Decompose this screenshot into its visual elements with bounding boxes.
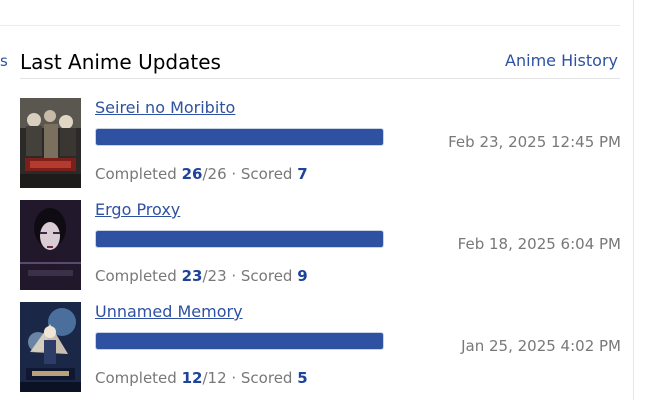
episodes-total: /23 <box>202 267 227 285</box>
episodes-watched: 26 <box>181 165 203 183</box>
episodes-total: /12 <box>202 369 227 387</box>
progress-bar-fill <box>96 129 383 145</box>
user-score: 7 <box>297 165 308 183</box>
episode-progress-bar <box>95 332 384 350</box>
status-label: Completed <box>95 267 177 285</box>
episodes-watched: 12 <box>181 369 203 387</box>
status-line: Completed 12/12 · Scored 5 <box>95 369 308 387</box>
anime-title-link[interactable]: Unnamed Memory <box>95 302 243 321</box>
anime-update-item: Seirei no Moribito Feb 23, 2025 12:45 PM… <box>20 98 625 190</box>
status-line: Completed 23/23 · Scored 9 <box>95 267 308 285</box>
status-label: Completed <box>95 165 177 183</box>
episodes-watched: 23 <box>181 267 203 285</box>
top-divider <box>0 25 620 26</box>
anime-title-link[interactable]: Seirei no Moribito <box>95 98 235 117</box>
scored-label: · Scored <box>226 165 298 183</box>
sidebar-link-fragment[interactable]: s <box>0 52 8 70</box>
update-timestamp: Jan 25, 2025 4:02 PM <box>461 337 621 355</box>
episode-progress-bar <box>95 230 384 248</box>
anime-cover-image[interactable] <box>20 200 81 290</box>
episodes-total: /26 <box>202 165 227 183</box>
status-line: Completed 26/26 · Scored 7 <box>95 165 308 183</box>
anime-update-item: Unnamed Memory Jan 25, 2025 4:02 PM Comp… <box>20 302 625 394</box>
update-timestamp: Feb 18, 2025 6:04 PM <box>457 235 621 253</box>
update-timestamp: Feb 23, 2025 12:45 PM <box>448 133 621 151</box>
episode-progress-bar <box>95 128 384 146</box>
progress-bar-fill <box>96 231 383 247</box>
scored-label: · Scored <box>226 267 298 285</box>
anime-title-link[interactable]: Ergo Proxy <box>95 200 180 219</box>
user-score: 5 <box>297 369 308 387</box>
anime-update-item: Ergo Proxy Feb 18, 2025 6:04 PM Complete… <box>20 200 625 292</box>
scored-label: · Scored <box>226 369 298 387</box>
section-title: Last Anime Updates <box>20 50 221 74</box>
anime-cover-image[interactable] <box>20 98 81 188</box>
anime-cover-image[interactable] <box>20 302 81 392</box>
progress-bar-fill <box>96 333 383 349</box>
status-label: Completed <box>95 369 177 387</box>
user-score: 9 <box>297 267 308 285</box>
header-divider <box>20 78 620 79</box>
column-divider <box>633 0 634 400</box>
anime-history-link[interactable]: Anime History <box>505 51 618 70</box>
